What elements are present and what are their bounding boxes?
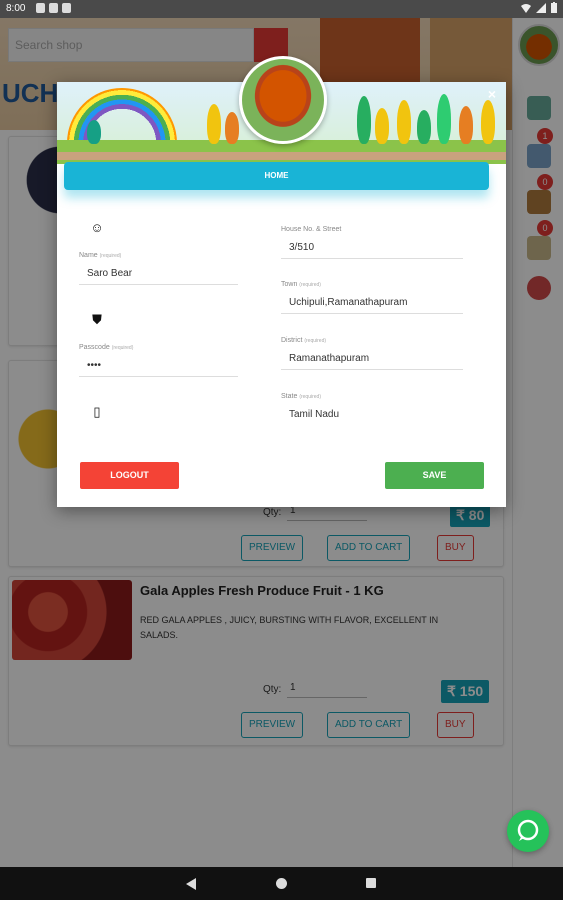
- required-tag: (required): [299, 394, 321, 400]
- town-label: Town (required): [281, 281, 321, 288]
- passcode-label-text: Passcode: [79, 344, 110, 351]
- district-field[interactable]: Ramanathapuram: [281, 353, 463, 370]
- district-label: District (required): [281, 337, 326, 344]
- required-tag: (required): [304, 338, 327, 344]
- state-label-text: State: [281, 393, 298, 400]
- notification-icon: [62, 3, 71, 13]
- scene-tree: [207, 104, 221, 144]
- passcode-label: Passcode (required): [79, 344, 133, 351]
- house-label: House No. & Street: [281, 226, 341, 233]
- scene-tree: [357, 96, 371, 144]
- phone-icon: ▯: [93, 404, 101, 419]
- chat-icon: [517, 819, 539, 841]
- scene-tree: [417, 110, 431, 144]
- state-label: State (required): [281, 393, 321, 400]
- name-label-text: Name: [79, 252, 98, 259]
- name-label: Name (required): [79, 252, 121, 259]
- navigation-bar: [0, 867, 563, 900]
- scene-road: [57, 152, 506, 160]
- notification-icon: [36, 3, 45, 13]
- house-field[interactable]: 3/510: [281, 242, 463, 259]
- required-tag: (required): [299, 282, 321, 288]
- state-field[interactable]: Tamil Nadu: [281, 409, 463, 425]
- battery-icon: [551, 2, 557, 13]
- required-tag: (required): [99, 253, 122, 259]
- scene-tree: [459, 106, 473, 144]
- signal-icon: [536, 2, 546, 13]
- recents-icon[interactable]: [366, 878, 376, 888]
- scene-tree: [397, 100, 411, 144]
- notification-icons: [36, 3, 71, 13]
- notification-icon: [49, 3, 58, 13]
- status-time: 8:00: [6, 3, 26, 14]
- scene-tree: [481, 100, 495, 144]
- wifi-icon: [521, 3, 531, 13]
- scene-tree: [437, 94, 451, 144]
- scene-tree: [375, 108, 389, 144]
- town-label-text: Town: [281, 281, 298, 288]
- house-label-text: House No. & Street: [281, 226, 342, 233]
- system-icons: [521, 2, 557, 13]
- passcode-field[interactable]: ••••: [79, 360, 238, 377]
- scene-tree: [87, 120, 101, 144]
- user-icon: ☺: [90, 220, 104, 235]
- shield-icon: ⛊: [92, 312, 102, 327]
- profile-dialog: × HOME ☺ Name (required) Saro Bear ⛊ Pas…: [57, 56, 506, 507]
- logout-button[interactable]: LOGOUT: [80, 462, 179, 489]
- back-icon[interactable]: [186, 878, 196, 890]
- close-icon[interactable]: ×: [488, 86, 496, 102]
- status-bar: 8:00: [0, 0, 563, 18]
- chat-button[interactable]: [507, 810, 549, 852]
- district-label-text: District: [281, 337, 303, 344]
- required-tag: (required): [111, 345, 134, 351]
- scene-tree: [225, 112, 239, 144]
- town-field[interactable]: Uchipuli,Ramanathapuram: [281, 297, 463, 314]
- home-button[interactable]: HOME: [64, 162, 489, 190]
- save-button[interactable]: SAVE: [385, 462, 484, 489]
- home-icon[interactable]: [276, 878, 287, 889]
- profile-avatar[interactable]: [239, 56, 327, 144]
- name-field[interactable]: Saro Bear: [79, 268, 238, 285]
